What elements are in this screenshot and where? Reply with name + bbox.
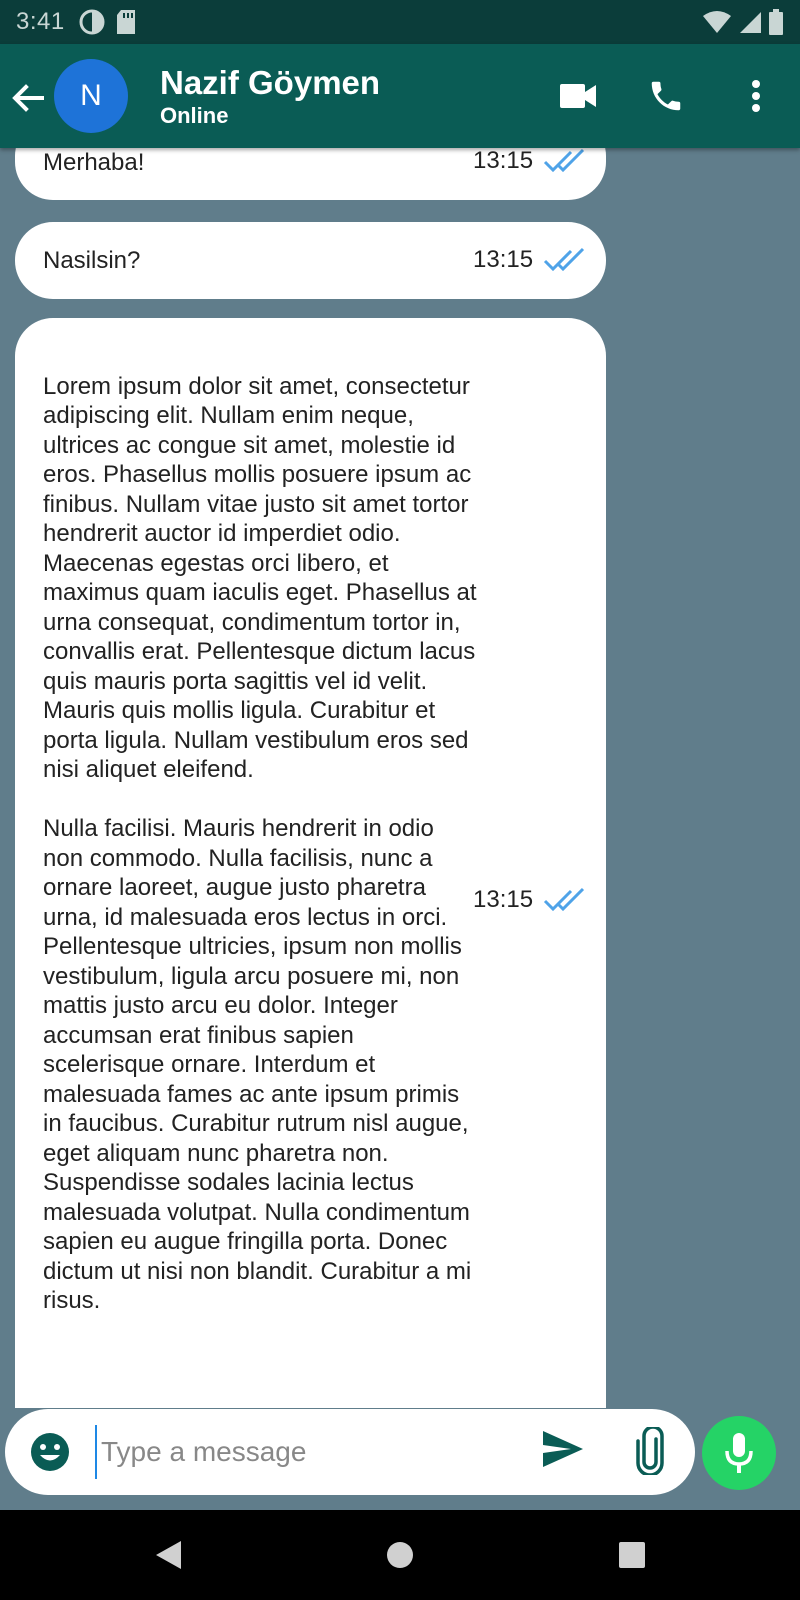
message-bubble[interactable]: Merhaba! 13:15 (15, 148, 606, 200)
emoji-button[interactable] (27, 1429, 73, 1475)
wifi-icon (703, 11, 731, 33)
message-bubble[interactable]: Nasilsin? 13:15 (15, 222, 606, 299)
send-button[interactable] (541, 1429, 589, 1477)
nav-home-button[interactable] (380, 1535, 420, 1575)
contact-status: Online (160, 103, 229, 128)
back-arrow-icon (12, 84, 44, 112)
nav-back-icon (156, 1541, 181, 1569)
avatar-initial: N (80, 79, 102, 112)
double-check-icon (544, 247, 585, 272)
message-meta: 13:15 (473, 886, 587, 914)
double-check-icon (544, 887, 585, 912)
message-input[interactable] (95, 1425, 521, 1479)
video-call-icon (560, 84, 596, 108)
contact-name[interactable]: Nazif Göymen (160, 64, 380, 102)
message-text: Nasilsin? (43, 247, 141, 274)
status-time: 3:41 (16, 8, 65, 35)
message-time: 13:15 (473, 246, 534, 273)
back-button[interactable] (8, 78, 48, 118)
paperclip-icon (636, 1425, 664, 1477)
avatar[interactable]: N (54, 59, 128, 133)
video-call-button[interactable] (556, 74, 600, 118)
message-text: Lorem ipsum dolor sit amet, consectetur … (43, 372, 477, 1315)
sd-card-icon (116, 10, 135, 34)
chat-header: N Nazif Göymen Online (0, 44, 800, 148)
status-left-icons (79, 9, 137, 35)
message-composer (5, 1409, 695, 1495)
message-meta: 13:15 (473, 148, 587, 175)
cell-signal-icon (740, 12, 761, 33)
message-bubble[interactable]: Lorem ipsum dolor sit amet, consectetur … (15, 318, 606, 1408)
message-time: 13:15 (473, 148, 534, 174)
send-icon (543, 1431, 583, 1467)
data-saver-icon (79, 9, 105, 35)
attach-button[interactable] (633, 1425, 677, 1477)
emoji-icon (31, 1433, 69, 1471)
nav-recents-icon (619, 1542, 645, 1568)
nav-home-icon (387, 1542, 413, 1568)
message-meta: 13:15 (473, 246, 587, 274)
phone-call-icon (651, 81, 681, 111)
system-nav-bar (0, 1510, 800, 1600)
status-right-icons (702, 9, 784, 35)
nav-back-button[interactable] (148, 1535, 188, 1575)
status-bar: 3:41 (0, 0, 800, 44)
message-time: 13:15 (473, 886, 534, 913)
more-vert-icon (752, 80, 760, 112)
battery-icon (769, 9, 783, 35)
microphone-icon (725, 1433, 753, 1473)
double-check-icon (544, 148, 585, 173)
message-text: Merhaba! (43, 149, 145, 176)
message-list[interactable]: Merhaba! 13:15 Nasilsin? 13:15 Lorem ips… (0, 148, 800, 1408)
phone-call-button[interactable] (644, 74, 688, 118)
more-options-button[interactable] (734, 74, 778, 118)
nav-recents-button[interactable] (612, 1535, 652, 1575)
microphone-button[interactable] (702, 1416, 776, 1490)
